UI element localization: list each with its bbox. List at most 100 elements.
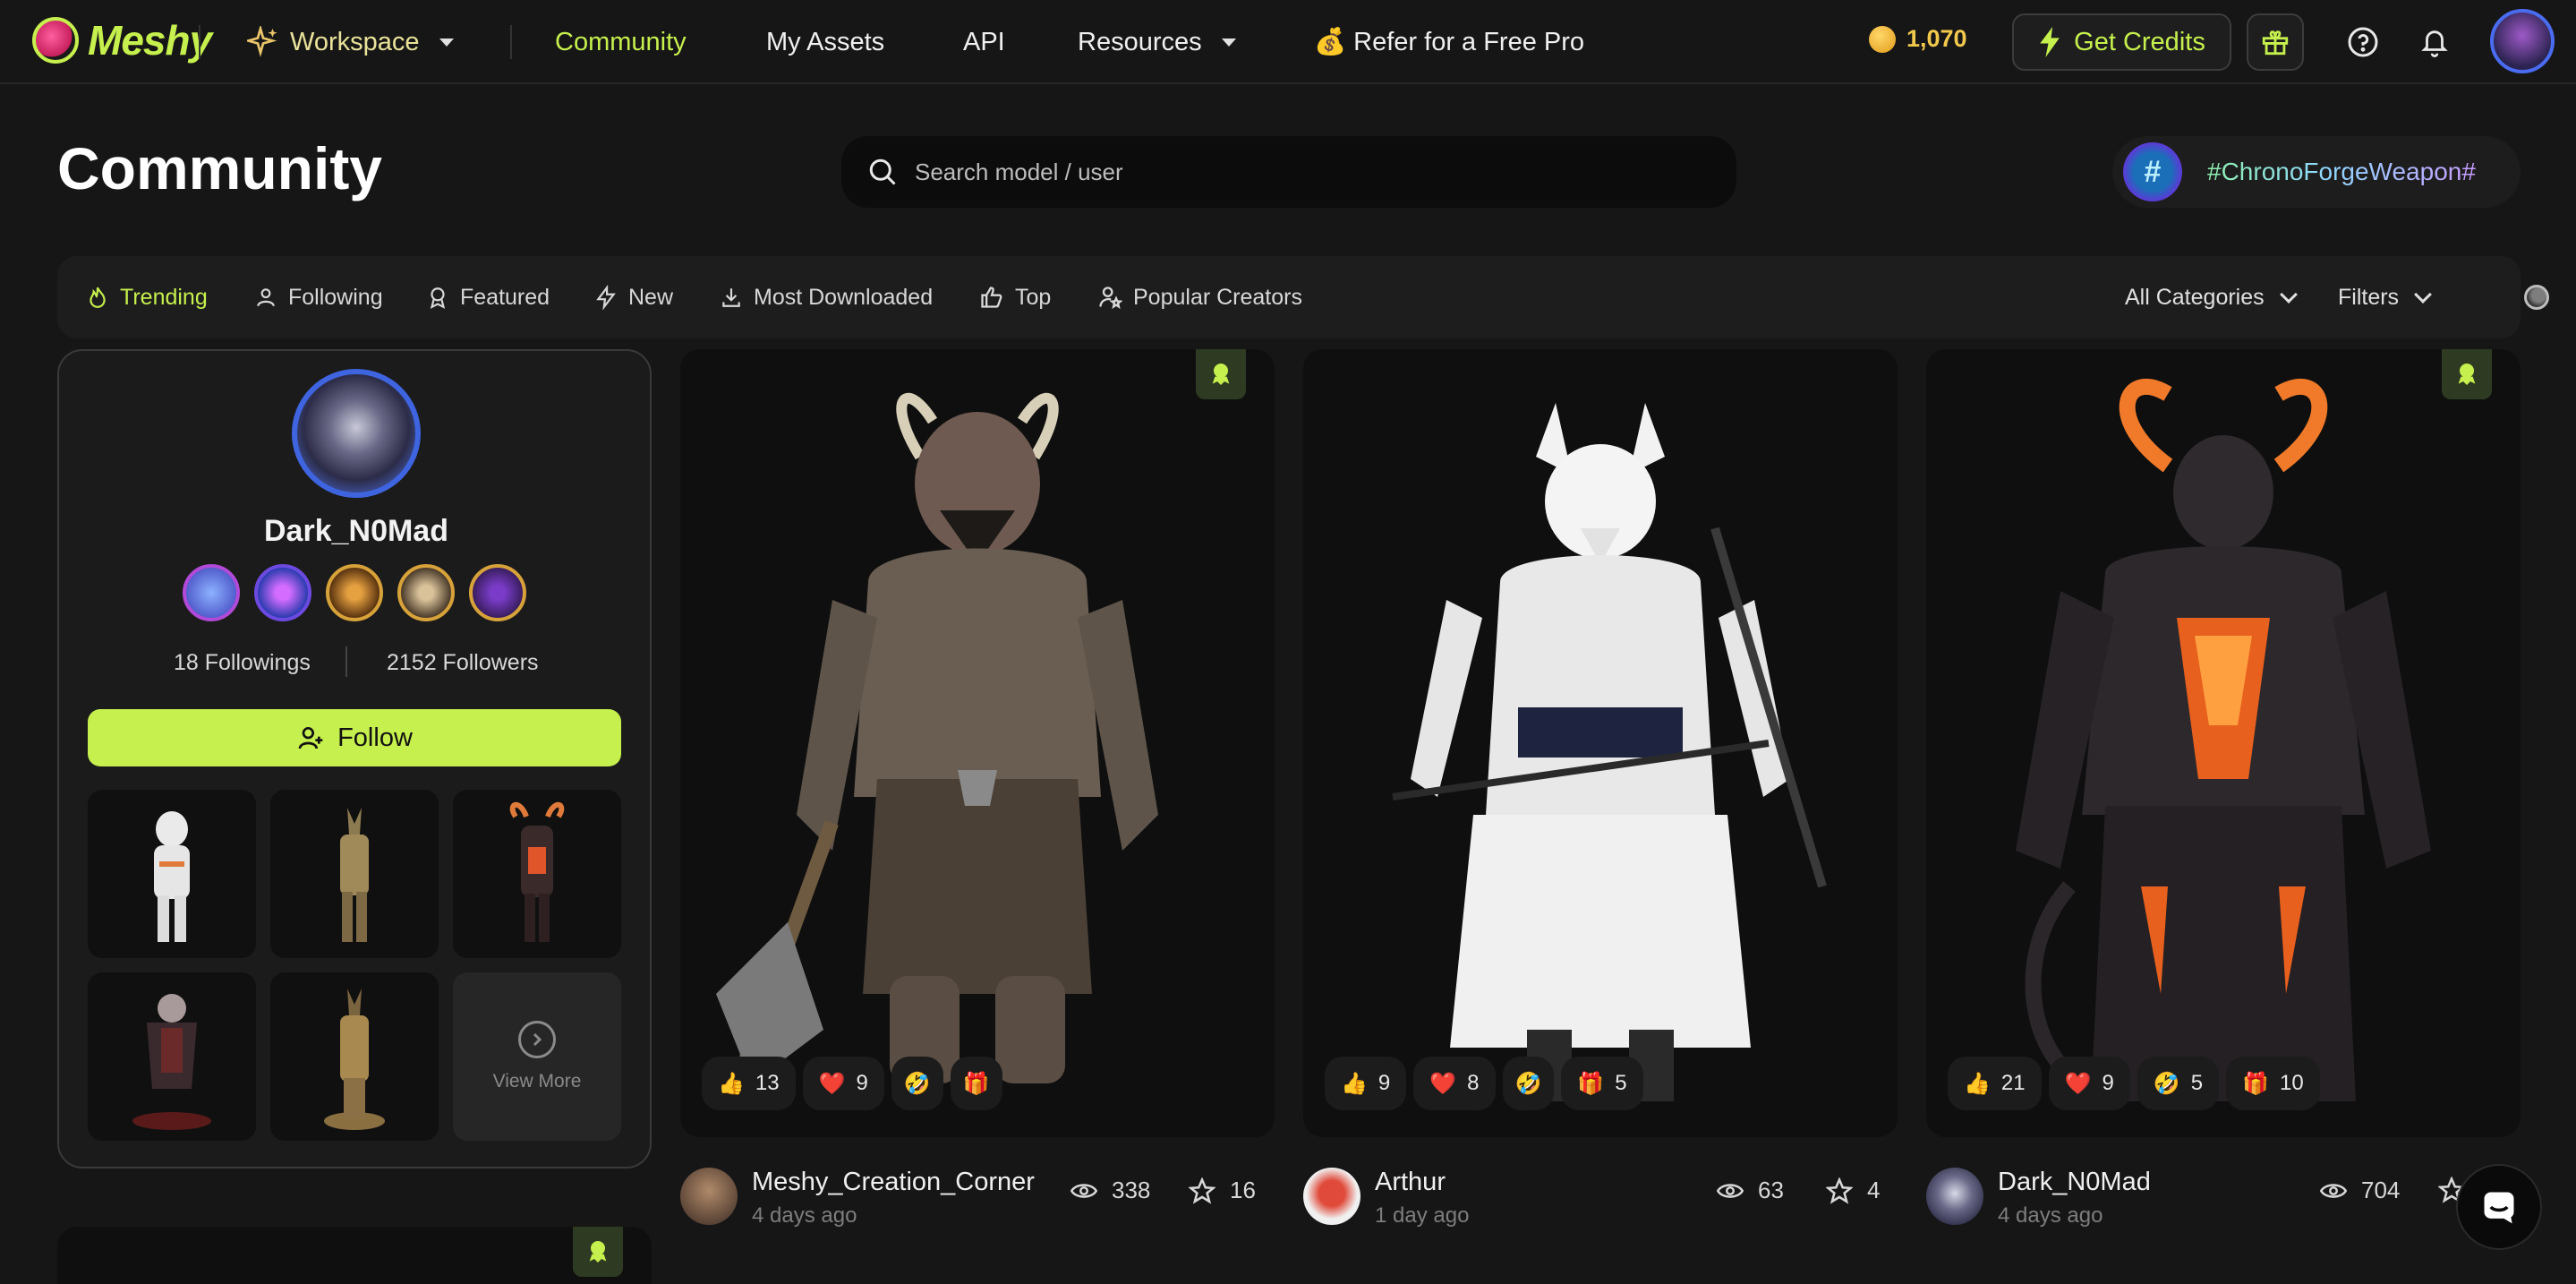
tab-featured[interactable]: Featured [426, 256, 550, 338]
star-icon [1189, 1177, 1215, 1204]
search-input[interactable] [915, 158, 1702, 186]
heart-reaction[interactable]: ❤️ 9 [802, 1057, 884, 1110]
credits-balance[interactable]: 1,070 [1869, 25, 1967, 53]
award-icon [430, 287, 446, 309]
notifications-button[interactable] [2406, 13, 2463, 71]
filters-label: Filters [2338, 284, 2400, 310]
author-name[interactable]: Dark_N0Mad [1998, 1168, 2151, 1197]
gift-reaction[interactable]: 🎁 5 [1561, 1057, 1643, 1110]
reaction-count: 10 [2279, 1071, 2304, 1095]
follow-button[interactable]: Follow [88, 709, 621, 766]
tab-popular-creators[interactable]: Popular Creators [1097, 256, 1302, 338]
gift-emoji-icon: 🎁 [2242, 1071, 2269, 1096]
categories-dropdown[interactable]: All Categories [2125, 256, 2298, 338]
gift-button[interactable] [2247, 13, 2304, 71]
heart-reaction[interactable]: ❤️ 8 [1413, 1057, 1496, 1110]
badge-icon[interactable] [254, 564, 311, 621]
star-count[interactable]: 4 [1826, 1177, 1880, 1204]
post-time: 4 days ago [1998, 1203, 2103, 1228]
badge-icon[interactable] [397, 564, 455, 621]
reaction-count: 5 [1615, 1071, 1627, 1095]
model-card[interactable]: 👍 13 ❤️ 9 🤣 🎁 [680, 349, 1275, 1137]
search-bar[interactable] [841, 136, 1736, 208]
model-thumbnail[interactable] [270, 972, 439, 1141]
nav-community[interactable]: Community [555, 0, 687, 84]
model-card[interactable] [57, 1227, 652, 1284]
thumbs-up-reaction[interactable]: 👍 13 [702, 1057, 796, 1110]
tab-following[interactable]: Following [254, 256, 383, 338]
chevron-down-icon [2414, 286, 2432, 304]
support-chat-button[interactable] [2456, 1164, 2542, 1250]
gift-reaction[interactable]: 🎁 10 [2226, 1057, 2320, 1110]
model-thumbnail[interactable] [453, 790, 621, 958]
model-card[interactable]: 👍 21 ❤️ 9 🤣 5 🎁 10 [1926, 349, 2521, 1137]
card-meta: Meshy_Creation_Corner 4 days ago 338 16 [680, 1160, 1275, 1241]
nav-api[interactable]: API [963, 0, 1005, 84]
reaction-bar: 👍 13 ❤️ 9 🤣 🎁 [702, 1057, 1002, 1110]
badge-icon[interactable] [469, 564, 526, 621]
follow-label: Follow [337, 723, 413, 752]
model-card[interactable]: 👍 9 ❤️ 8 🤣 🎁 5 [1303, 349, 1898, 1137]
thumbs-up-reaction[interactable]: 👍 9 [1325, 1057, 1407, 1110]
card-meta: Arthur 1 day ago 63 4 [1303, 1160, 1898, 1241]
nav-my-assets[interactable]: My Assets [766, 0, 884, 84]
help-button[interactable] [2334, 13, 2392, 71]
reaction-bar: 👍 9 ❤️ 8 🤣 🎁 5 [1325, 1057, 1643, 1110]
badge-icon[interactable] [183, 564, 240, 621]
badge-icon[interactable] [326, 564, 383, 621]
author-avatar[interactable] [1303, 1168, 1361, 1225]
theme-toggle-icon[interactable] [2524, 285, 2549, 310]
user-avatar[interactable] [2490, 9, 2555, 73]
laugh-emoji-icon: 🤣 [1514, 1071, 1542, 1096]
profile-avatar[interactable] [292, 369, 421, 498]
logo-text: Meshy [88, 17, 212, 64]
tab-top[interactable]: Top [979, 256, 1051, 338]
gift-emoji-icon: 🎁 [1577, 1071, 1605, 1096]
tab-new[interactable]: New [594, 256, 673, 338]
tab-trending[interactable]: Trending [86, 256, 208, 338]
tab-most-downloaded[interactable]: Most Downloaded [720, 256, 933, 338]
heart-reaction[interactable]: ❤️ 9 [2048, 1057, 2130, 1110]
meshy-logo-icon [32, 17, 79, 64]
download-icon [722, 288, 740, 307]
filters-dropdown[interactable]: Filters [2338, 256, 2432, 338]
reaction-bar: 👍 21 ❤️ 9 🤣 5 🎁 10 [1948, 1057, 2320, 1110]
view-count: 338 [1070, 1177, 1150, 1204]
view-more-button[interactable]: View More [453, 972, 621, 1141]
nav-resources[interactable]: Resources [1078, 0, 1236, 84]
laugh-reaction[interactable]: 🤣 5 [2137, 1057, 2220, 1110]
star-count[interactable]: 16 [1189, 1177, 1256, 1204]
card-meta: Dark_N0Mad 4 days ago 704 [1926, 1160, 2521, 1241]
followers-count[interactable]: 2152 Followers [387, 650, 539, 676]
laugh-reaction[interactable]: 🤣 [891, 1057, 943, 1110]
top-nav: Meshy Workspace Community My Assets API … [0, 0, 2576, 84]
tab-label: New [628, 284, 674, 310]
nav-resources-label: Resources [1078, 27, 1202, 56]
author-avatar[interactable] [1926, 1168, 1983, 1225]
profile-name[interactable]: Dark_N0Mad [59, 514, 653, 549]
author-avatar[interactable] [680, 1168, 738, 1225]
view-count: 63 [1717, 1177, 1784, 1204]
verified-creator-icon [573, 1227, 623, 1277]
nav-workspace[interactable]: Workspace [247, 0, 454, 84]
nav-refer-label: 💰 Refer for a Free Pro [1314, 28, 1585, 56]
hashtag-banner[interactable]: # #ChronoForgeWeapon# [2112, 136, 2521, 208]
heart-emoji-icon: ❤️ [1429, 1071, 1457, 1096]
model-thumbnail[interactable] [88, 790, 256, 958]
person-icon [257, 288, 275, 307]
laugh-reaction[interactable]: 🤣 [1502, 1057, 1555, 1110]
author-name[interactable]: Arthur [1375, 1168, 1446, 1197]
author-name[interactable]: Meshy_Creation_Corner [752, 1168, 1035, 1197]
model-thumbnail[interactable] [270, 790, 439, 958]
model-preview-image [2016, 379, 2431, 1101]
get-credits-button[interactable]: Get Credits [2012, 13, 2231, 71]
model-thumbnail[interactable] [88, 972, 256, 1141]
reaction-count: 9 [1378, 1071, 1391, 1095]
star-count-value: 4 [1867, 1177, 1881, 1203]
gift-reaction[interactable]: 🎁 [950, 1057, 1002, 1110]
view-more-label: View More [492, 1071, 582, 1091]
meshy-logo[interactable]: Meshy [32, 16, 212, 64]
thumbs-up-reaction[interactable]: 👍 21 [1948, 1057, 2042, 1110]
nav-refer[interactable]: 💰 Refer for a Free Pro [1314, 0, 1584, 84]
followings-count[interactable]: 18 Followings [174, 650, 311, 676]
